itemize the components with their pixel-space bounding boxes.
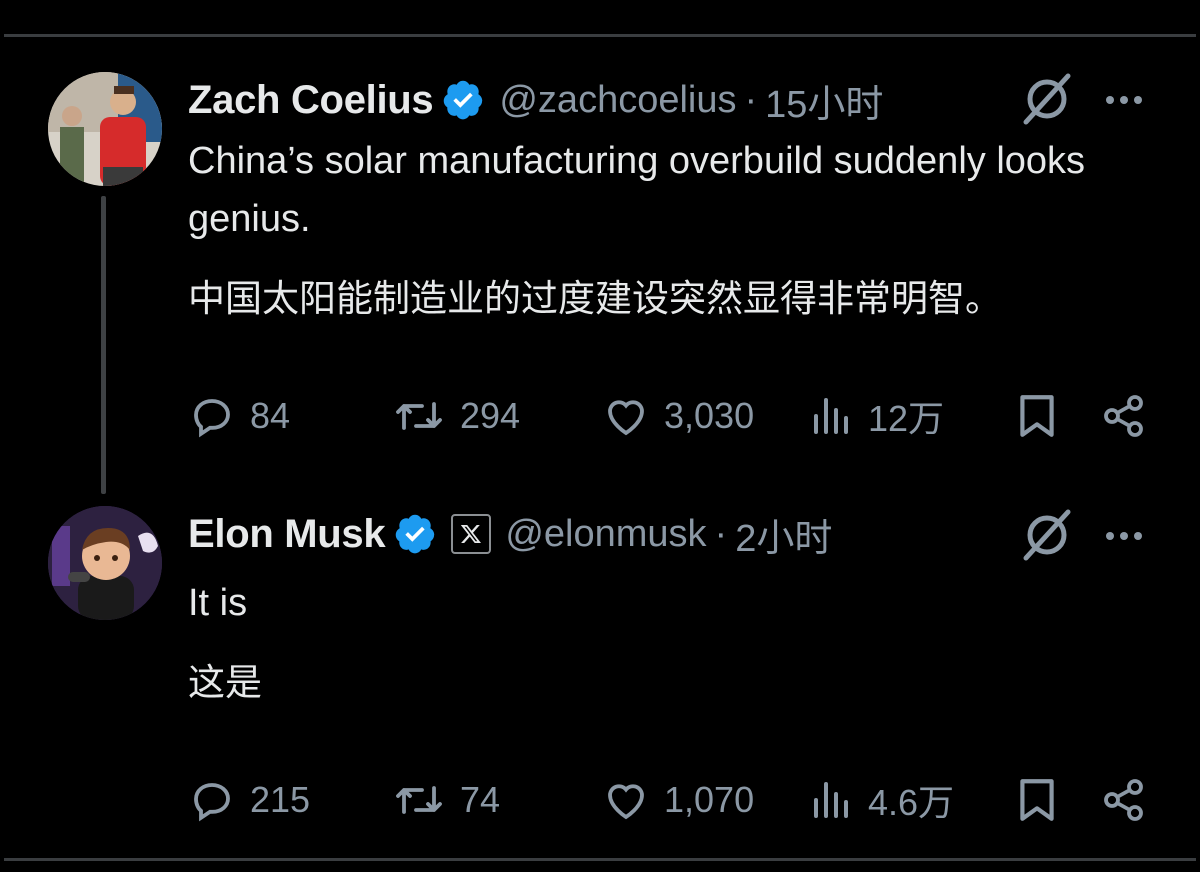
repost-icon: [396, 402, 442, 430]
view-count: 4.6万: [868, 782, 955, 823]
verified-badge-icon[interactable]: [393, 512, 437, 556]
action-bar: 215 74 1,070 4.6万: [188, 770, 1158, 830]
share-icon: [1104, 779, 1143, 821]
author-name[interactable]: Elon Musk: [188, 512, 386, 557]
bookmark-icon: [1020, 395, 1054, 437]
views-icon: [814, 398, 848, 434]
like-count: 3,030: [664, 395, 755, 436]
reply-icon: [194, 783, 230, 822]
share-icon: [1104, 395, 1143, 437]
reply-icon: [194, 399, 230, 438]
repost-icon: [396, 786, 442, 814]
more-options-icon[interactable]: [1106, 96, 1142, 104]
separator-dot: ·: [744, 78, 758, 121]
avatar-cartoon: [48, 506, 162, 620]
tweet-header: Zach Coelius @zachcoelius · 15小时: [188, 76, 883, 126]
repost-count: 74: [460, 779, 501, 820]
action-bar: 84 294 3,030 12万: [188, 386, 1158, 446]
reply-count: 215: [250, 779, 311, 820]
heart-icon: [608, 400, 644, 436]
views-button[interactable]: 4.6万: [810, 770, 954, 830]
view-count: 12万: [868, 398, 945, 439]
more-options-icon[interactable]: [1106, 532, 1142, 540]
reply-button[interactable]: 215: [188, 770, 310, 830]
views-button[interactable]: 12万: [810, 386, 944, 446]
heart-icon: [608, 784, 644, 820]
share-button[interactable]: [1100, 386, 1148, 446]
avatar-photo-presenter: [48, 72, 162, 186]
tweet-text-translation: 这是: [188, 662, 262, 703]
tweet-text-english: It is: [188, 582, 248, 624]
reply-button[interactable]: 84: [188, 386, 290, 446]
share-button[interactable]: [1100, 770, 1148, 830]
timestamp[interactable]: 2小时: [735, 507, 832, 562]
tweet-header: Elon Musk @elonmusk · 2小时: [188, 510, 832, 560]
author-name[interactable]: Zach Coelius: [188, 78, 434, 123]
grok-icon[interactable]: [1020, 508, 1074, 562]
thread-connector-line: [101, 196, 106, 494]
author-handle[interactable]: @elonmusk: [505, 513, 706, 556]
tweet-text-english: China’s solar manufacturing overbuild su…: [188, 140, 1086, 240]
timestamp[interactable]: 15小时: [765, 73, 883, 128]
top-divider: [4, 34, 1196, 37]
author-handle[interactable]: @zachcoelius: [499, 79, 736, 122]
avatar[interactable]: [48, 72, 162, 186]
bookmark-button[interactable]: [1014, 770, 1060, 830]
bookmark-button[interactable]: [1014, 386, 1060, 446]
repost-button[interactable]: 74: [392, 770, 500, 830]
tweet-text-translation: 中国太阳能制造业的过度建设突然显得非常明智。: [188, 278, 1002, 319]
grok-icon[interactable]: [1020, 72, 1074, 126]
like-button[interactable]: 1,070: [602, 770, 754, 830]
views-icon: [814, 782, 848, 818]
reply-count: 84: [250, 395, 291, 436]
avatar[interactable]: [48, 506, 162, 620]
repost-count: 294: [460, 395, 521, 436]
like-count: 1,070: [664, 779, 755, 820]
bottom-divider: [4, 858, 1196, 861]
separator-dot: ·: [714, 512, 728, 555]
verified-badge-icon[interactable]: [441, 78, 485, 122]
x-logo-badge-icon[interactable]: [451, 514, 492, 554]
repost-button[interactable]: 294: [392, 386, 520, 446]
like-button[interactable]: 3,030: [602, 386, 754, 446]
bookmark-icon: [1020, 779, 1054, 821]
